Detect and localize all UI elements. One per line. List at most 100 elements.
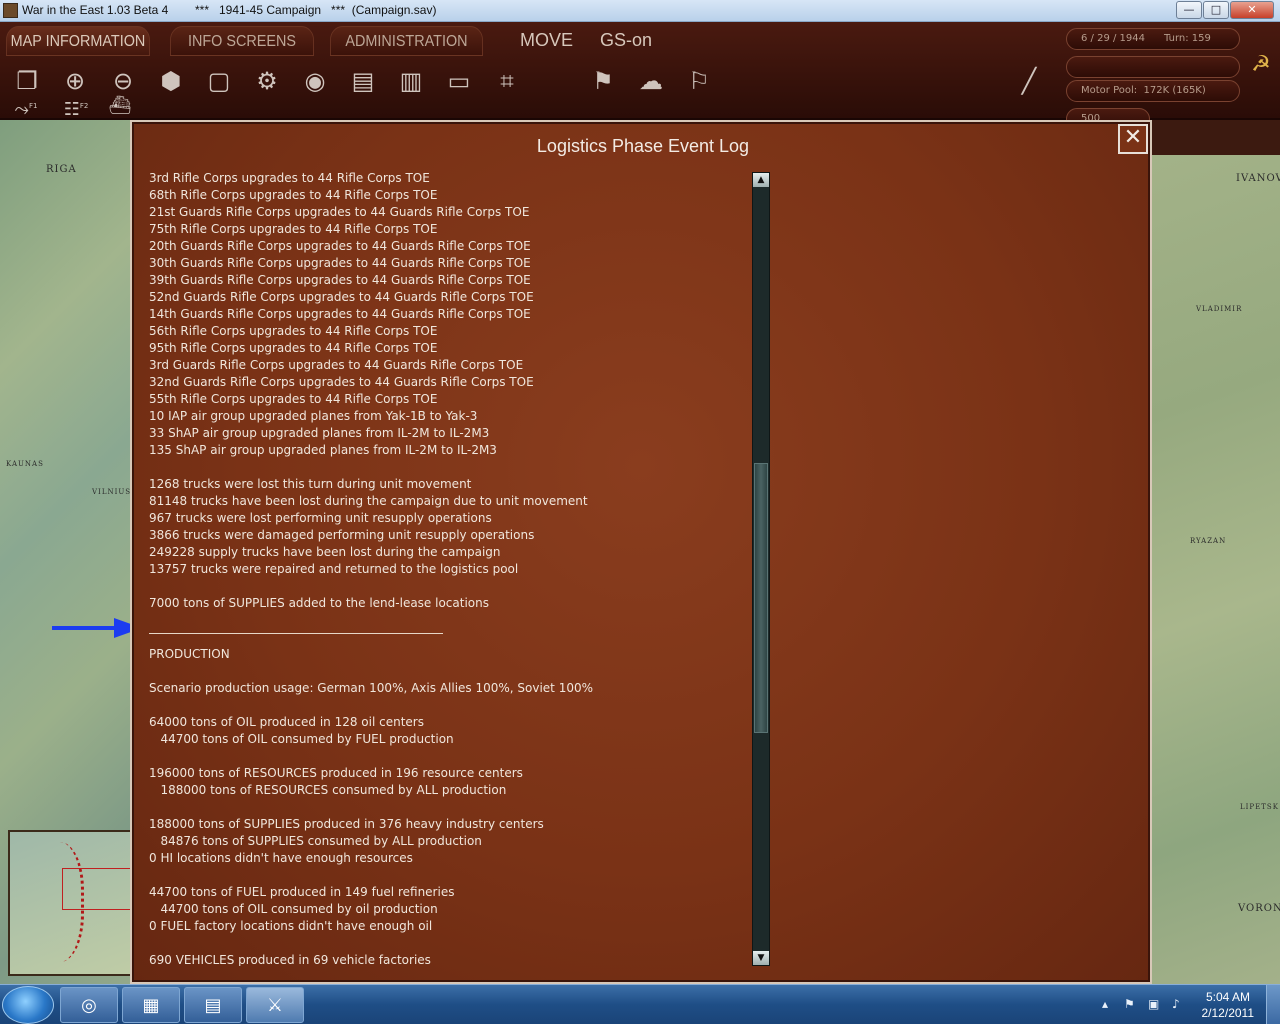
log-line: 84876 tons of SUPPLIES consumed by ALL p… xyxy=(149,834,482,848)
map-right-region[interactable]: IVANOVO VLADIMIR RYAZAN LIPETSK VORONEZH xyxy=(1150,155,1280,986)
log-line: 95th Rifle Corps upgrades to 44 Rifle Co… xyxy=(149,341,438,355)
log-blank-line xyxy=(149,935,749,952)
minimap-viewport[interactable] xyxy=(62,868,132,910)
city-riga: RIGA xyxy=(46,164,77,175)
log-line: 52nd Guards Rifle Corps upgrades to 44 G… xyxy=(149,290,534,304)
firefox-taskbar-icon[interactable]: ◎ xyxy=(60,987,118,1023)
log-line: 64000 tons of OIL produced in 128 oil ce… xyxy=(149,715,424,729)
start-button[interactable] xyxy=(2,986,54,1024)
log-line: 13757 trucks were repaired and returned … xyxy=(149,562,519,576)
minimap[interactable] xyxy=(8,830,132,976)
game-taskbar-icon[interactable]: ⚔ xyxy=(246,987,304,1023)
log-line: 188000 tons of RESOURCES consumed by ALL… xyxy=(149,783,507,797)
maximize-button[interactable]: □ xyxy=(1203,1,1229,19)
scroll-thumb[interactable] xyxy=(754,463,768,733)
city-voronezh: VORONEZH xyxy=(1238,903,1280,914)
log-line: 75th Rifle Corps upgrades to 44 Rifle Co… xyxy=(149,222,438,236)
city-vladimir: VLADIMIR xyxy=(1196,305,1243,313)
ship-icon[interactable]: ⛴ xyxy=(100,92,140,120)
mode-move-label[interactable]: MOVE xyxy=(520,30,573,51)
log-line: 44700 tons of OIL consumed by FUEL produ… xyxy=(149,732,454,746)
city-lipetsk: LIPETSK xyxy=(1240,803,1279,811)
folder-taskbar-icon[interactable]: ▤ xyxy=(184,987,242,1023)
city-kaunas: KAUNAS xyxy=(6,460,44,468)
city-vilnius: VILNIUS xyxy=(92,488,132,496)
windows-taskbar: ◎ ▦ ▤ ⚔ ▴ ⚑ ▣ ♪ 5:04 AM 2/12/2011 xyxy=(0,984,1280,1024)
log-line: 10 IAP air group upgraded planes from Ya… xyxy=(149,409,478,423)
supply-path-icon[interactable]: ⤳F1 xyxy=(6,92,46,120)
game-top-bar: MAP INFORMATION INFO SCREENS ADMINISTRAT… xyxy=(0,22,1280,130)
chart-icon[interactable]: ▤ xyxy=(346,64,380,98)
rectangle-icon[interactable]: ▭ xyxy=(442,64,476,98)
log-line: 188000 tons of SUPPLIES produced in 376 … xyxy=(149,817,544,831)
target-frame-icon[interactable]: ⌗ xyxy=(490,64,524,98)
log-line: 81148 trucks have been lost during the c… xyxy=(149,494,588,508)
log-line: 14th Guards Rifle Corps upgrades to 44 G… xyxy=(149,307,531,321)
gear-icon[interactable]: ⚙ xyxy=(250,64,284,98)
tab-administration[interactable]: ADMINISTRATION xyxy=(330,26,483,56)
log-line: 690 VEHICLES produced in 69 vehicle fact… xyxy=(149,953,431,966)
dialog-title: Logistics Phase Event Log xyxy=(536,136,750,156)
log-line: 44700 tons of OIL consumed by oil produc… xyxy=(149,902,438,916)
log-line: 68th Rifle Corps upgrades to 44 Rifle Co… xyxy=(149,188,438,202)
dialog-close-button[interactable]: ✕ xyxy=(1118,124,1148,154)
action-center-flag-icon[interactable]: ⚑ xyxy=(1124,997,1135,1011)
window-title-bar[interactable]: War in the East 1.03 Beta 4 *** 1941-45 … xyxy=(0,0,1280,22)
minimize-button[interactable]: — xyxy=(1176,1,1202,19)
tray-expand-icon[interactable]: ▴ xyxy=(1102,997,1108,1011)
log-blank-line xyxy=(149,697,749,714)
unit-marker-icon[interactable]: ◉ xyxy=(298,64,332,98)
map-top-right-bar xyxy=(1150,120,1280,155)
pencil-icon[interactable]: ╱ xyxy=(1012,64,1046,98)
clock-date[interactable]: 2/12/2011 xyxy=(1202,1006,1255,1020)
city-ryazan: RYAZAN xyxy=(1190,537,1227,545)
railroad-icon[interactable]: ☷F2 xyxy=(56,92,96,120)
log-line: 967 trucks were lost performing unit res… xyxy=(149,511,492,525)
log-line: 3866 trucks were damaged performing unit… xyxy=(149,528,535,542)
log-scrollbar[interactable]: ▲ ▼ xyxy=(752,172,770,966)
log-blank-line xyxy=(149,867,749,884)
log-separator xyxy=(149,612,749,646)
log-line: Scenario production usage: German 100%, … xyxy=(149,681,594,695)
network-icon[interactable]: ▣ xyxy=(1148,997,1159,1011)
explorer-taskbar-icon[interactable]: ▦ xyxy=(122,987,180,1023)
log-line: 33 ShAP air group upgraded planes from I… xyxy=(149,426,490,440)
scroll-up-button[interactable]: ▲ xyxy=(753,173,769,187)
weather-icon[interactable]: ☁ xyxy=(634,64,668,98)
log-line: 39th Guards Rifle Corps upgrades to 44 G… xyxy=(149,273,531,287)
tab-info-screens[interactable]: INFO SCREENS xyxy=(170,26,314,56)
logistics-event-log-dialog: Logistics Phase Event Log ✕ 3rd Rifle Co… xyxy=(130,120,1152,984)
motor-pool-display: Motor Pool: 172K (165K) xyxy=(1066,80,1240,102)
log-blank-line xyxy=(149,663,749,680)
log-line: 21st Guards Rifle Corps upgrades to 44 G… xyxy=(149,205,530,219)
log-line: 7000 tons of SUPPLIES added to the lend-… xyxy=(149,596,489,610)
volume-icon[interactable]: ♪ xyxy=(1172,997,1180,1011)
blue-arrow-annotation xyxy=(52,618,142,638)
log-line: 20th Guards Rifle Corps upgrades to 44 G… xyxy=(149,239,531,253)
log-line: PRODUCTION xyxy=(149,647,230,661)
show-desktop-button[interactable] xyxy=(1266,985,1280,1024)
log-blank-line xyxy=(149,459,749,476)
frame-icon[interactable]: ▢ xyxy=(202,64,236,98)
date-turn-display: 6 / 29 / 1944 Turn: 159 xyxy=(1066,28,1240,50)
log-line: 30th Guards Rifle Corps upgrades to 44 G… xyxy=(149,256,531,270)
soviet-emblem-icon: ☭ xyxy=(1251,52,1271,77)
log-line: 32nd Guards Rifle Corps upgrades to 44 G… xyxy=(149,375,534,389)
flag-post-icon[interactable]: ⚑ xyxy=(586,64,620,98)
separator-rule xyxy=(149,612,443,634)
ground-support-toggle[interactable]: GS-on xyxy=(600,30,652,51)
event-log-list[interactable]: 3rd Rifle Corps upgrades to 44 Rifle Cor… xyxy=(149,170,749,966)
scroll-down-button[interactable]: ▼ xyxy=(753,951,769,965)
log-line: 135 ShAP air group upgraded planes from … xyxy=(149,443,497,457)
city-ivanovo: IVANOVO xyxy=(1236,173,1280,184)
window-controls: — □ ✕ xyxy=(1175,1,1274,19)
log-blank-line xyxy=(149,748,749,765)
clock-time[interactable]: 5:04 AM xyxy=(1206,990,1250,1004)
log-line: 0 FUEL factory locations didn't have eno… xyxy=(149,919,433,933)
flag-icon[interactable]: ⚐ xyxy=(682,64,716,98)
hex-cluster-icon[interactable]: ⬢ xyxy=(154,64,188,98)
log-line: 0 HI locations didn't have enough resour… xyxy=(149,851,413,865)
factory-icon[interactable]: ▥ xyxy=(394,64,428,98)
window-close-button[interactable]: ✕ xyxy=(1230,1,1274,19)
tab-map-information[interactable]: MAP INFORMATION xyxy=(6,26,150,56)
